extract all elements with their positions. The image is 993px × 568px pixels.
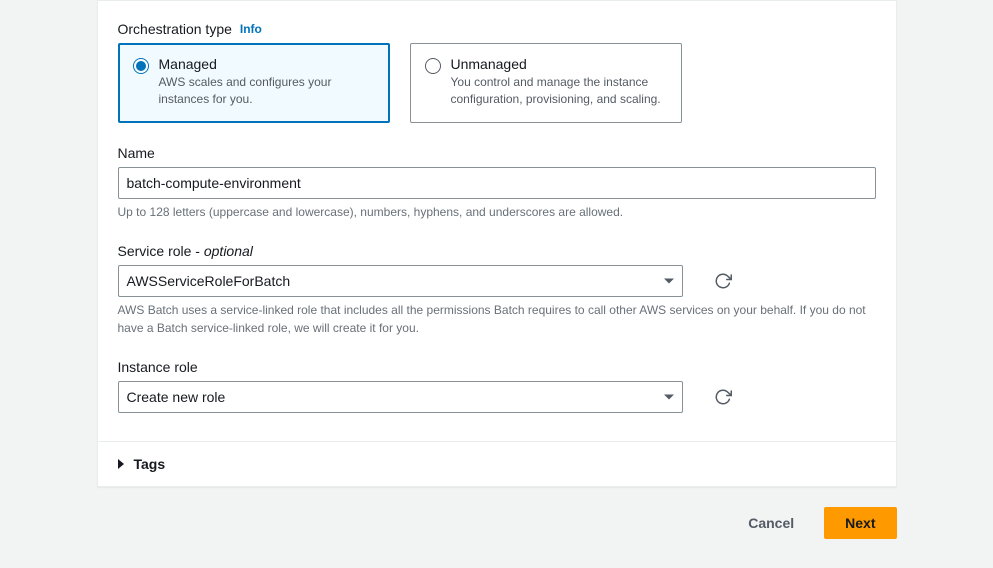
service-role-group: Service role - optional AWSServiceRoleFo… <box>118 243 876 337</box>
service-role-label-prefix: Service role - <box>118 243 204 259</box>
unmanaged-desc: You control and manage the instance conf… <box>451 74 667 108</box>
instance-role-group: Instance role Create new role <box>118 359 876 413</box>
orchestration-tiles: Managed AWS scales and configures your i… <box>118 43 876 123</box>
orchestration-tile-unmanaged[interactable]: Unmanaged You control and manage the ins… <box>410 43 682 123</box>
service-role-helper: AWS Batch uses a service-linked role tha… <box>118 301 876 337</box>
name-input[interactable] <box>118 167 876 199</box>
orchestration-type-label: Orchestration type Info <box>118 21 876 37</box>
refresh-icon <box>714 388 732 406</box>
service-role-select[interactable]: AWSServiceRoleForBatch <box>118 265 683 297</box>
refresh-icon <box>714 272 732 290</box>
orchestration-tile-managed[interactable]: Managed AWS scales and configures your i… <box>118 43 390 123</box>
name-label: Name <box>118 145 876 161</box>
instance-role-select[interactable]: Create new role <box>118 381 683 413</box>
radio-managed[interactable] <box>133 58 149 74</box>
service-role-value: AWSServiceRoleForBatch <box>127 273 291 289</box>
name-helper: Up to 128 letters (uppercase and lowerca… <box>118 203 876 221</box>
service-role-label: Service role - optional <box>118 243 876 259</box>
name-group: Name Up to 128 letters (uppercase and lo… <box>118 145 876 221</box>
caret-right-icon <box>118 459 124 469</box>
orchestration-type-group: Orchestration type Info Managed AWS scal… <box>118 21 876 123</box>
cancel-button[interactable]: Cancel <box>728 507 814 539</box>
service-role-refresh-button[interactable] <box>713 271 733 291</box>
managed-title: Managed <box>159 56 375 72</box>
service-role-optional: optional <box>204 243 253 259</box>
instance-role-label: Instance role <box>118 359 876 375</box>
chevron-down-icon <box>664 394 674 399</box>
unmanaged-title: Unmanaged <box>451 56 667 72</box>
managed-desc: AWS scales and configures your instances… <box>159 74 375 108</box>
chevron-down-icon <box>664 278 674 283</box>
instance-role-value: Create new role <box>127 389 226 405</box>
orchestration-type-label-text: Orchestration type <box>118 21 232 37</box>
info-link[interactable]: Info <box>240 22 262 36</box>
wizard-footer: Cancel Next <box>97 487 897 539</box>
tags-label: Tags <box>134 456 166 472</box>
radio-unmanaged[interactable] <box>425 58 441 74</box>
next-button[interactable]: Next <box>824 507 896 539</box>
tags-expander[interactable]: Tags <box>98 441 896 486</box>
instance-role-refresh-button[interactable] <box>713 387 733 407</box>
